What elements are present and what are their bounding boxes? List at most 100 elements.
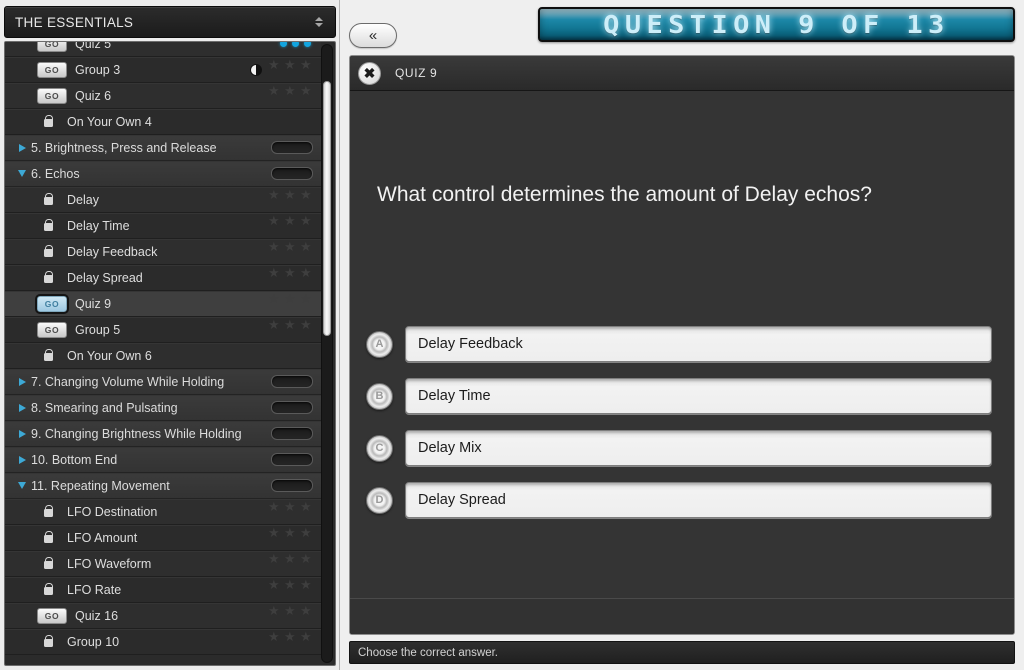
sort-chevrons-icon[interactable] xyxy=(313,15,325,29)
tree-section-row[interactable]: 5. Brightness, Press and Release xyxy=(5,135,321,161)
star-icon xyxy=(284,188,296,205)
triangle-down-icon[interactable] xyxy=(15,170,29,177)
answer-letter-badge[interactable]: B xyxy=(366,382,393,410)
star-icon xyxy=(268,266,280,283)
star-icon xyxy=(284,500,296,517)
close-icon[interactable]: ✖ xyxy=(358,61,381,85)
go-button[interactable]: GO xyxy=(37,87,67,104)
star-icon xyxy=(268,552,280,569)
answer-option[interactable]: B Delay Time xyxy=(366,378,992,414)
lock-icon xyxy=(37,348,59,361)
progress-marks xyxy=(268,266,312,283)
star-icon xyxy=(268,630,280,647)
answer-text[interactable]: Delay Time xyxy=(405,378,992,414)
tree-item-row[interactable]: Delay xyxy=(5,187,321,213)
disclosure-closed-glyph xyxy=(18,403,26,412)
tree-item-label: LFO Waveform xyxy=(67,556,152,571)
tree-item-row[interactable]: Delay Spread xyxy=(5,265,321,291)
sidebar-header[interactable]: THE ESSENTIALS xyxy=(4,6,336,38)
triangle-right-icon[interactable] xyxy=(15,455,29,464)
collapse-sidebar-button[interactable]: « xyxy=(349,23,397,48)
section-progress-bar xyxy=(271,167,313,180)
go-button[interactable]: GO xyxy=(35,293,69,314)
tree-section-row[interactable]: 11. Repeating Movement xyxy=(5,473,321,499)
star-icon xyxy=(284,214,296,231)
star-icon xyxy=(284,552,296,569)
tree-item-row[interactable]: LFO Destination xyxy=(5,499,321,525)
progress-marks xyxy=(280,42,311,47)
tree-item-row[interactable]: GO Quiz 16 xyxy=(5,603,321,629)
tree-item-row[interactable]: On Your Own 6 xyxy=(5,343,321,369)
progress-marks xyxy=(268,578,312,595)
star-icon xyxy=(284,630,296,647)
chevron-down-icon xyxy=(315,23,323,27)
tree-item-row[interactable]: GO Group 5 xyxy=(5,317,321,343)
progress-marks xyxy=(250,58,312,76)
star-icon xyxy=(268,188,280,205)
tree-item-row[interactable]: GO Group 3 xyxy=(5,57,321,83)
answer-letter-badge[interactable]: C xyxy=(366,434,393,462)
tree-section-label: 6. Echos xyxy=(31,166,80,181)
tree-item-row[interactable]: LFO Amount xyxy=(5,525,321,551)
go-button[interactable]: GO xyxy=(37,61,67,78)
star-icon xyxy=(268,84,280,101)
tree-section-row[interactable]: 8. Smearing and Pulsating xyxy=(5,395,321,421)
go-button[interactable]: GO xyxy=(37,42,67,52)
star-icon xyxy=(268,58,280,75)
star-icon xyxy=(300,84,312,101)
tree-section-row[interactable]: 9. Changing Brightness While Holding xyxy=(5,421,321,447)
tree-item-row[interactable]: GO Quiz 6 xyxy=(5,83,321,109)
answer-option[interactable]: C Delay Mix xyxy=(366,430,992,466)
triangle-right-icon[interactable] xyxy=(15,143,29,152)
tree-section-label: 10. Bottom End xyxy=(31,452,118,467)
sidebar-scrollbar-thumb[interactable] xyxy=(323,81,331,336)
lock-glyph xyxy=(43,244,53,257)
tree-item-row[interactable]: GO Quiz 5 xyxy=(5,42,321,57)
answer-text[interactable]: Delay Feedback xyxy=(405,326,992,362)
answer-option[interactable]: A Delay Feedback xyxy=(366,326,992,362)
lock-icon xyxy=(37,244,59,257)
tree-item-label: Quiz 5 xyxy=(75,42,112,51)
disclosure-closed-glyph xyxy=(18,377,26,386)
lock-glyph xyxy=(43,218,53,231)
tree-item-row[interactable]: Group 10 xyxy=(5,629,321,655)
go-button[interactable]: GO xyxy=(37,607,67,624)
tree-section-row[interactable]: 7. Changing Volume While Holding xyxy=(5,369,321,395)
lock-glyph xyxy=(43,192,53,205)
sidebar-scrollbar[interactable] xyxy=(321,44,333,663)
tree-section-row[interactable]: 10. Bottom End xyxy=(5,447,321,473)
triangle-right-icon[interactable] xyxy=(15,429,29,438)
lock-glyph xyxy=(43,114,53,127)
tree-item-row[interactable]: On Your Own 4 xyxy=(5,109,321,135)
triangle-right-icon[interactable] xyxy=(15,377,29,386)
quiz-footer xyxy=(350,599,1014,634)
tree-section-row[interactable]: 6. Echos xyxy=(5,161,321,187)
progress-marks xyxy=(268,604,312,621)
star-icon xyxy=(268,604,280,621)
answer-option[interactable]: D Delay Spread xyxy=(366,482,992,518)
progress-marks xyxy=(268,500,312,517)
lock-icon xyxy=(37,218,59,231)
star-icon xyxy=(268,526,280,543)
triangle-right-icon[interactable] xyxy=(15,403,29,412)
lock-icon xyxy=(37,634,59,647)
tree-item-row[interactable]: Delay Time xyxy=(5,213,321,239)
star-icon xyxy=(300,526,312,543)
tree-item-row[interactable]: Delay Feedback xyxy=(5,239,321,265)
tree-item-row[interactable]: LFO Rate xyxy=(5,577,321,603)
tree-item-row[interactable]: LFO Waveform xyxy=(5,551,321,577)
lock-glyph xyxy=(43,582,53,595)
tree-item-row-active[interactable]: GO Quiz 9 xyxy=(5,291,321,317)
star-icon xyxy=(300,552,312,569)
lock-glyph xyxy=(43,504,53,517)
tree-item-label: LFO Destination xyxy=(67,504,158,519)
triangle-down-icon[interactable] xyxy=(15,482,29,489)
go-button[interactable]: GO xyxy=(37,321,67,338)
progress-marks xyxy=(268,84,312,101)
answer-text[interactable]: Delay Spread xyxy=(405,482,992,518)
answer-letter-badge[interactable]: A xyxy=(366,330,393,358)
answer-letter-badge[interactable]: D xyxy=(366,486,393,514)
app-root: THE ESSENTIALS GO Quiz 5 GO Group 3 GO Quiz 6… xyxy=(0,0,1024,670)
lock-icon xyxy=(37,114,59,127)
answer-text[interactable]: Delay Mix xyxy=(405,430,992,466)
